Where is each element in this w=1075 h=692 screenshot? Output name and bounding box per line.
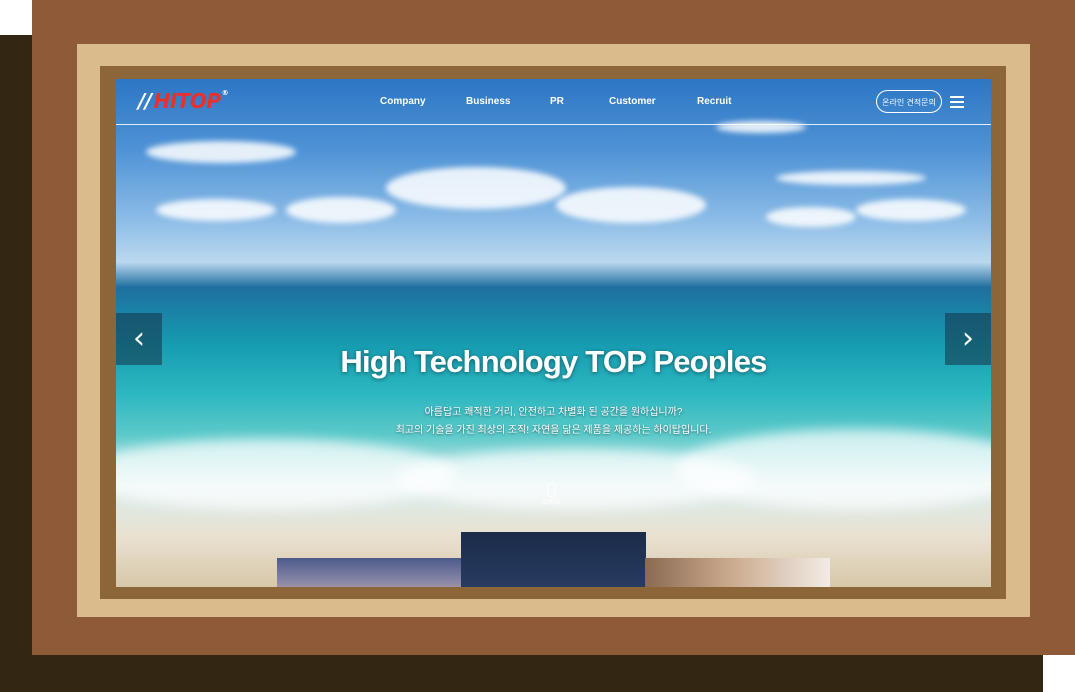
cloud (156, 199, 276, 221)
online-inquiry-button[interactable]: 온라인 견적문의 (876, 90, 942, 113)
cloud (556, 187, 706, 223)
thumbnail-card[interactable] (461, 532, 646, 587)
nav-recruit[interactable]: Recruit (697, 96, 731, 107)
logo-mark: // (138, 89, 152, 113)
hitop-logo[interactable]: //HITOP® (138, 89, 229, 113)
cloud (286, 197, 396, 223)
thumbnail-card[interactable] (645, 558, 830, 587)
site-header: //HITOP® Company Business PR Customer Re… (116, 79, 991, 125)
website-screen: //HITOP® Company Business PR Customer Re… (116, 79, 991, 587)
thumbnail-card[interactable] (277, 558, 462, 587)
nav-business[interactable]: Business (466, 96, 510, 107)
scroll-label: SCROLL (541, 500, 562, 506)
hero-subtitle-line1: 아름답고 쾌적한 거리, 안전하고 차별화 된 공간을 원하십니까? (424, 407, 683, 418)
cloud (146, 141, 296, 163)
hero-subtitle-line2: 최고의 기술을 가진 최상의 조직! 자연을 닮은 제품을 제공하는 하이탑입니… (395, 425, 712, 436)
logo-text: HITOP (153, 89, 221, 113)
cloud (856, 199, 966, 221)
cloud (766, 207, 856, 227)
nav-company[interactable]: Company (380, 96, 426, 107)
nav-customer[interactable]: Customer (609, 96, 656, 107)
surf-foam (676, 429, 991, 509)
hamburger-menu-icon[interactable] (950, 96, 964, 108)
cloud (776, 171, 926, 185)
logo-registered-mark: ® (221, 89, 229, 97)
scroll-mouse-icon[interactable] (547, 483, 556, 497)
hero-title: High Technology TOP Peoples (340, 344, 767, 379)
nav-pr[interactable]: PR (550, 96, 564, 107)
cloud (386, 167, 566, 209)
